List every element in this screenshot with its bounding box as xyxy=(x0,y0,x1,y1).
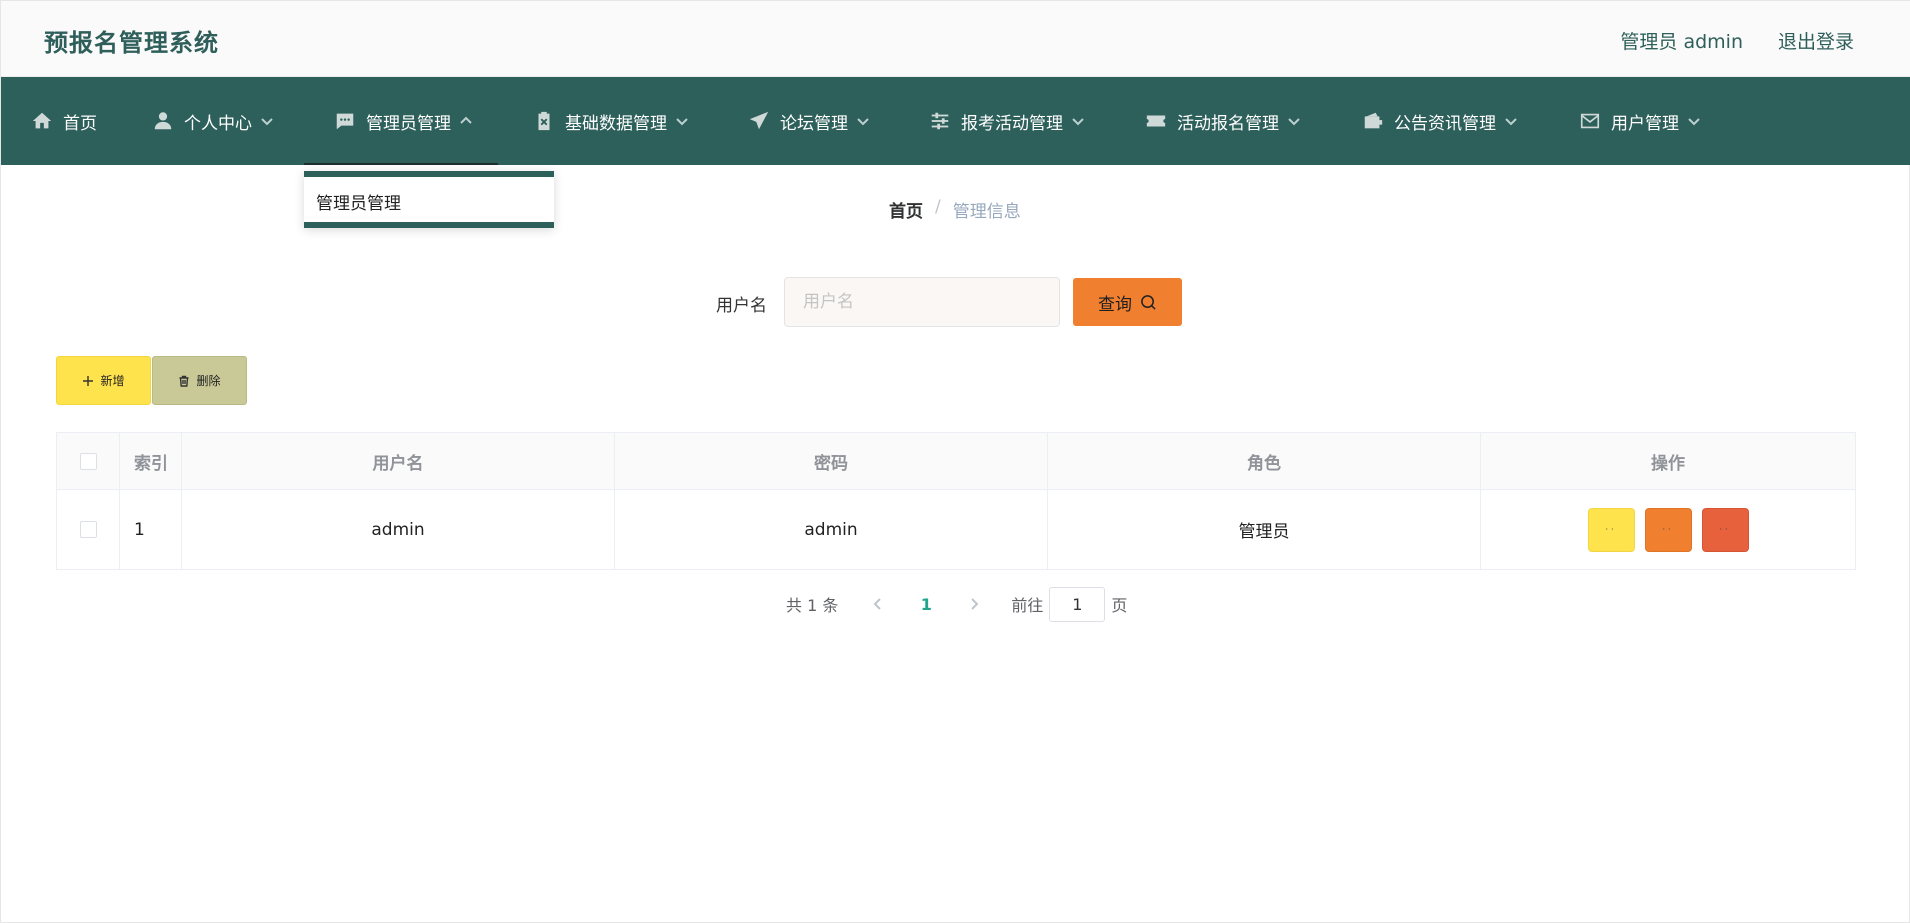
nav-item-forum[interactable]: 论坛管理 xyxy=(748,77,870,165)
goto-label: 前往 xyxy=(1011,596,1044,615)
chevron-up-icon xyxy=(460,116,472,124)
logout-link[interactable]: 退出登录 xyxy=(1778,27,1854,54)
column-header: 用户名 xyxy=(182,433,615,489)
chevron-down-icon xyxy=(261,118,273,126)
sliders-icon xyxy=(931,112,949,130)
home-icon xyxy=(32,112,52,129)
breadcrumb: 首页 / 管理信息 xyxy=(889,197,1021,222)
ticket-icon xyxy=(1146,115,1166,127)
chat-icon xyxy=(336,113,354,130)
select-all-checkbox[interactable] xyxy=(79,452,97,470)
add-button[interactable]: 新增 xyxy=(56,356,151,405)
send-icon xyxy=(749,111,769,130)
nav-item-profile[interactable]: 个人中心 xyxy=(152,77,274,165)
column-header: 密码 xyxy=(615,433,1048,489)
pagination: 共 1 条 1 前往 页 xyxy=(786,586,1127,622)
nav-item-label: 管理员管理 xyxy=(366,113,451,134)
search-button[interactable]: 查询 xyxy=(1073,278,1182,326)
edit-row-button[interactable]: ·· xyxy=(1644,507,1692,552)
pagination-total: 共 1 条 xyxy=(786,596,839,615)
delete-button[interactable]: 删除 xyxy=(152,356,247,405)
search-icon xyxy=(1141,294,1156,310)
nav-item-users[interactable]: 用户管理 xyxy=(1579,77,1701,165)
nav-item-label: 论坛管理 xyxy=(780,113,848,134)
nav-item-announcements[interactable]: 公告资讯管理 xyxy=(1362,77,1518,165)
column-header: 索引 xyxy=(120,433,182,489)
nav-item-admin-management[interactable]: 管理员管理 xyxy=(304,77,498,165)
row-username: admin xyxy=(182,490,615,569)
goto-page-input[interactable] xyxy=(1049,586,1106,622)
nav-item-label: 用户管理 xyxy=(1611,113,1679,134)
breadcrumb-home[interactable]: 首页 xyxy=(889,197,923,222)
mail-icon xyxy=(1580,113,1600,129)
column-header: 角色 xyxy=(1048,433,1481,489)
nav-item-label: 活动报名管理 xyxy=(1177,113,1279,134)
top-header: 预报名管理系统 管理员 admin 退出登录 xyxy=(1,1,1910,77)
chevron-down-icon xyxy=(1072,118,1084,126)
chevron-left-icon xyxy=(873,598,882,610)
chevron-right-icon xyxy=(971,598,979,610)
nav-item-activity-signup[interactable]: 活动报名管理 xyxy=(1145,77,1301,165)
trash-icon xyxy=(179,375,189,387)
breadcrumb-separator: / xyxy=(935,197,941,217)
plus-icon xyxy=(83,375,94,386)
app-title: 预报名管理系统 xyxy=(44,29,219,57)
row-select-cell xyxy=(57,490,120,569)
table-header: 索引 用户名 密码 角色 操作 xyxy=(57,433,1855,490)
row-password: admin xyxy=(615,490,1048,569)
nav-item-home[interactable]: 首页 xyxy=(31,77,97,165)
row-checkbox[interactable] xyxy=(79,521,97,538)
page-unit-label: 页 xyxy=(1111,596,1128,615)
view-row-button[interactable]: ·· xyxy=(1587,507,1635,552)
row-actions: ·· ·· ·· xyxy=(1481,490,1855,569)
dropdown-item-admin-management[interactable]: 管理员管理 xyxy=(316,189,401,214)
nav-item-label: 基础数据管理 xyxy=(565,113,667,134)
breadcrumb-current: 管理信息 xyxy=(952,202,1021,222)
chevron-down-icon xyxy=(676,118,688,126)
search-button-label: 查询 xyxy=(1098,294,1132,315)
add-button-label: 新增 xyxy=(100,374,125,388)
chevron-down-icon xyxy=(857,118,869,126)
page-number-current[interactable]: 1 xyxy=(893,595,959,614)
chevron-down-icon xyxy=(1688,118,1700,126)
column-header: 操作 xyxy=(1651,453,1685,474)
row-index: 1 xyxy=(120,490,182,569)
main-nav: 首页 个人中心 管理员管理 基础数据管理 论坛管理 报考活动管理 活动报名管理 … xyxy=(1,77,1910,165)
current-user-label: 管理员 admin xyxy=(1620,31,1743,53)
row-role: 管理员 xyxy=(1048,490,1481,569)
nav-item-exam-activity[interactable]: 报考活动管理 xyxy=(929,77,1085,165)
table-row: 1 admin admin 管理员 ·· ·· ·· xyxy=(57,490,1855,569)
delete-row-button[interactable]: ·· xyxy=(1701,507,1749,552)
wallet-icon xyxy=(1364,112,1383,129)
user-icon xyxy=(154,112,172,130)
app-window: 预报名管理系统 管理员 admin 退出登录 首页 个人中心 管理员管理 基础数… xyxy=(0,0,1910,923)
nav-item-basic-data[interactable]: 基础数据管理 xyxy=(533,77,689,165)
prev-page-button[interactable] xyxy=(863,598,893,610)
header-select-cell xyxy=(57,433,120,489)
nav-item-label: 报考活动管理 xyxy=(961,113,1063,134)
admin-management-dropdown: 管理员管理 xyxy=(304,171,554,228)
admin-table: 索引 用户名 密码 角色 操作 1 admin admin 管理员 ·· ·· … xyxy=(56,432,1856,570)
nav-item-label: 公告资讯管理 xyxy=(1394,113,1496,134)
nav-item-label: 个人中心 xyxy=(184,113,252,134)
next-page-button[interactable] xyxy=(959,598,989,610)
delete-button-label: 删除 xyxy=(196,374,221,388)
nav-item-label: 首页 xyxy=(63,113,97,134)
chevron-down-icon xyxy=(1288,118,1300,126)
username-search-input[interactable] xyxy=(784,277,1060,327)
clipboard-icon xyxy=(538,111,550,131)
chevron-down-icon xyxy=(1505,118,1517,126)
search-label: 用户名 xyxy=(716,296,767,316)
